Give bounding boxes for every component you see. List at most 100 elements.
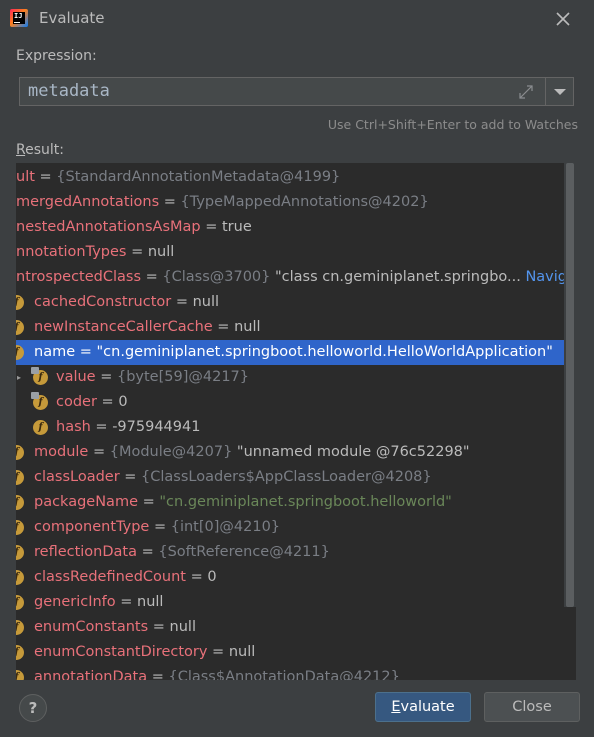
object-reference: {int[0]@4210}	[170, 519, 281, 535]
equals-sign: =	[119, 469, 142, 485]
tree-row-text: annotationData = {Class$AnnotationData@4…	[34, 665, 400, 680]
field-icon: f	[16, 595, 24, 610]
expand-arrow-icon[interactable]: ▸	[17, 365, 21, 390]
result-tree[interactable]: ult = {StandardAnnotationMetadata@4199} m…	[16, 163, 576, 680]
object-reference: {Class@3700}	[162, 269, 275, 285]
tree-row-text: classRedefinedCount = 0	[34, 565, 217, 590]
equals-sign: =	[148, 619, 170, 635]
equals-sign: =	[200, 219, 222, 235]
tree-row-text: hash = -975944941	[56, 415, 200, 440]
tree-row[interactable]: fname = "cn.geminiplanet.springboot.hell…	[16, 340, 576, 365]
field-value: 0	[207, 569, 217, 585]
history-dropdown-button[interactable]	[545, 77, 574, 106]
equals-sign: =	[141, 269, 163, 285]
tree-row-text: enumConstants = null	[34, 615, 196, 640]
tree-row-text: ntrospectedClass = {Class@3700} "class c…	[16, 265, 576, 290]
expression-input[interactable]: metadata	[19, 77, 547, 106]
field-name: packageName	[34, 494, 138, 510]
window-title: Evaluate	[39, 9, 105, 27]
tree-row-text: module = {Module@4207} "unnamed module @…	[34, 440, 470, 465]
field-icon: f	[16, 570, 24, 585]
tree-row[interactable]: f cachedConstructor = null	[16, 290, 576, 315]
expression-value[interactable]: metadata	[28, 81, 110, 101]
title-bar: IJ Evaluate	[0, 0, 594, 38]
tree-row[interactable]: f coder = 0	[16, 390, 576, 415]
tree-row[interactable]: f enumConstants = null	[16, 615, 576, 640]
equals-sign: =	[147, 669, 169, 680]
object-reference: {Module@4207}	[109, 444, 237, 460]
field-icon: f	[16, 320, 24, 335]
equals-sign: =	[34, 169, 57, 185]
field-name: cachedConstructor	[34, 294, 172, 310]
watches-hint: Use Ctrl+Shift+Enter to add to Watches	[327, 117, 578, 132]
field-value: -975944941	[112, 419, 201, 435]
equals-sign: =	[159, 194, 181, 210]
tree-row[interactable]: nnotationTypes = null	[16, 240, 576, 265]
field-value: null	[228, 644, 256, 660]
object-reference: {StandardAnnotationMetadata@4199}	[56, 169, 341, 185]
close-button[interactable]: Close	[484, 692, 580, 722]
equals-sign: =	[149, 519, 171, 535]
tree-row-text: ult = {StandardAnnotationMetadata@4199}	[16, 165, 340, 190]
tree-row-text: reflectionData = {SoftReference@4211}	[34, 540, 330, 565]
tree-row[interactable]: nestedAnnotationsAsMap = true	[16, 215, 576, 240]
tree-row-text: genericInfo = null	[34, 590, 163, 615]
tree-row[interactable]: f module = {Module@4207} "unnamed module …	[16, 440, 576, 465]
tree-row[interactable]: f reflectionData = {SoftReference@4211}	[16, 540, 576, 565]
equals-sign: =	[96, 394, 119, 410]
tree-row[interactable]: f enumConstantDirectory = null	[16, 640, 576, 665]
field-value: null	[147, 244, 175, 260]
tree-row[interactable]: ntrospectedClass = {Class@3700} "class c…	[16, 265, 576, 290]
scrollbar-thumb[interactable]	[566, 163, 574, 607]
field-value: null	[169, 619, 196, 635]
tree-row-text: componentType = {int[0]@4210}	[34, 515, 280, 540]
tree-row[interactable]: mergedAnnotations = {TypeMappedAnnotatio…	[16, 190, 576, 215]
field-name: coder	[56, 394, 97, 410]
tree-row[interactable]: f annotationData = {Class$AnnotationData@…	[16, 665, 576, 680]
tree-row-text: nnotationTypes = null	[16, 240, 174, 265]
field-name: name	[34, 344, 76, 360]
equals-sign: =	[207, 644, 229, 660]
expand-icon[interactable]	[518, 84, 534, 100]
final-modifier-icon	[31, 367, 39, 374]
tree-row-text: name = "cn.geminiplanet.springboot.hello…	[34, 340, 553, 365]
field-name: mergedAnnotations	[16, 194, 160, 210]
tree-row[interactable]: f classLoader = {ClassLoaders$AppClassLoa…	[16, 465, 576, 490]
field-name: classLoader	[34, 469, 120, 485]
object-reference: {TypeMappedAnnotations@4202}	[180, 194, 429, 210]
field-icon: f	[16, 620, 24, 635]
tree-row[interactable]: ult = {StandardAnnotationMetadata@4199}	[16, 165, 576, 190]
help-button[interactable]: ?	[19, 694, 47, 722]
field-icon: f	[16, 445, 24, 460]
field-name: reflectionData	[34, 544, 137, 560]
tree-row[interactable]: f newInstanceCallerCache = null	[16, 315, 576, 340]
tree-row[interactable]: f componentType = {int[0]@4210}	[16, 515, 576, 540]
equals-sign: =	[75, 344, 97, 360]
field-value: "class cn.geminiplanet.springbo...	[274, 269, 521, 285]
equals-sign: =	[115, 594, 138, 610]
tree-row[interactable]: f hash = -975944941	[16, 415, 576, 440]
field-value: 0	[118, 394, 128, 410]
field-name: hash	[56, 419, 91, 435]
tree-row-text: classLoader = {ClassLoaders$AppClassLoad…	[34, 465, 432, 490]
object-reference: {byte[59]@4217}	[116, 369, 249, 385]
final-modifier-icon	[31, 392, 39, 399]
tree-row[interactable]: f classRedefinedCount = 0	[16, 565, 576, 590]
field-value: true	[222, 219, 252, 235]
tree-row[interactable]: f genericInfo = null	[16, 590, 576, 615]
tree-row[interactable]: f packageName = "cn.geminiplanet.springbo…	[16, 490, 576, 515]
field-value: "cn.geminiplanet.springboot.helloworld.H…	[96, 344, 553, 360]
field-value: null	[234, 319, 261, 335]
evaluate-button[interactable]: Evaluate	[375, 692, 471, 722]
field-name: componentType	[34, 519, 150, 535]
equals-sign: =	[138, 494, 160, 510]
field-name: nestedAnnotationsAsMap	[16, 219, 201, 235]
close-icon[interactable]	[553, 9, 573, 29]
tree-row-text: enumConstantDirectory = null	[34, 640, 255, 665]
field-name: annotationData	[34, 669, 148, 680]
equals-sign: =	[95, 369, 117, 385]
equals-sign: =	[137, 544, 159, 560]
equals-sign: =	[212, 319, 235, 335]
tree-row[interactable]: ▸ f value = {byte[59]@4217}	[16, 365, 576, 390]
field-icon: f	[16, 670, 24, 680]
